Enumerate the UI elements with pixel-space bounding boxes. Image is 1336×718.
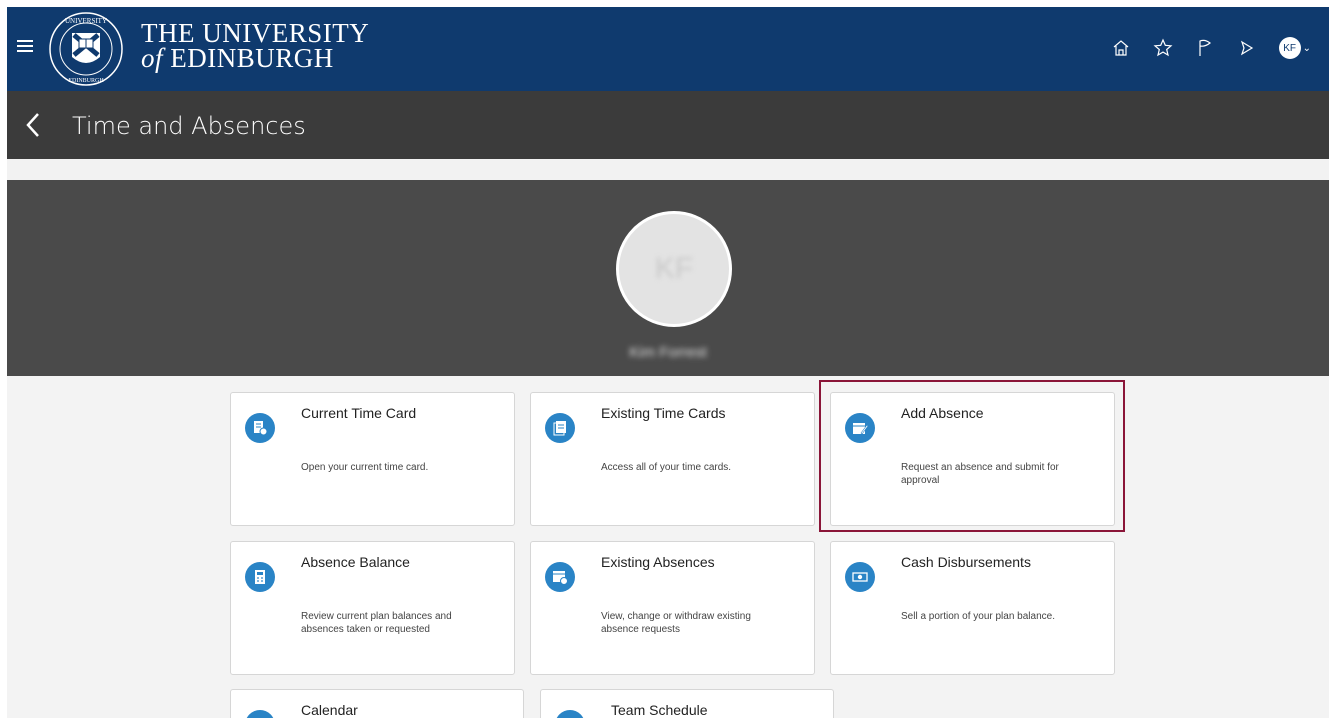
tile-title: Existing Time Cards: [601, 405, 726, 421]
header-icons: KF ⌄: [1111, 37, 1311, 59]
time-card-icon: [245, 413, 275, 443]
svg-text:UNIVERSITY: UNIVERSITY: [65, 17, 107, 25]
tile-description: Review current plan balances and absence…: [301, 611, 452, 635]
calendar-icon: [245, 710, 275, 718]
cash-icon: [845, 562, 875, 592]
tile-calendar[interactable]: Calendar: [230, 689, 524, 718]
tile-description: Request an absence and submit for approv…: [901, 462, 1059, 486]
tile-description: Open your current time card.: [301, 462, 429, 473]
tile-current-time-card[interactable]: Current Time Card Open your current time…: [230, 392, 515, 526]
tile-add-absence[interactable]: Add Absence Request an absence and submi…: [830, 392, 1115, 526]
tile-existing-absences[interactable]: Existing Absences View, change or withdr…: [530, 541, 815, 675]
tile-cash-disbursements[interactable]: Cash Disbursements Sell a portion of you…: [830, 541, 1115, 675]
university-crest-logo[interactable]: UNIVERSITY EDINBURGH: [47, 11, 125, 87]
tile-title: Add Absence: [901, 405, 984, 421]
university-name-edinburgh: EDINBURGH: [170, 43, 334, 73]
university-name-line2: of EDINBURGH: [141, 43, 369, 73]
user-avatar[interactable]: KF: [1278, 37, 1301, 59]
calendar-clock-icon: [545, 562, 575, 592]
schedule-icon: [555, 710, 585, 718]
app-root: UNIVERSITY EDINBURGH THE UNIVERSITY of E…: [0, 0, 1336, 718]
tile-title: Cash Disbursements: [901, 554, 1031, 570]
tile-title: Absence Balance: [301, 554, 410, 570]
profile-banner: KF Kim Forrest: [7, 180, 1329, 376]
flag-icon[interactable]: [1195, 38, 1215, 58]
tile-title: Existing Absences: [601, 554, 715, 570]
user-menu[interactable]: KF ⌄: [1278, 37, 1311, 59]
calendar-edit-icon: [845, 413, 875, 443]
profile-name: Kim Forrest: [629, 344, 707, 361]
back-arrow-icon[interactable]: [23, 111, 43, 139]
university-name-of: of: [141, 43, 164, 73]
tile-description: Access all of your time cards.: [601, 462, 732, 473]
tile-description: Sell a portion of your plan balance.: [901, 611, 1055, 622]
home-icon[interactable]: [1111, 38, 1131, 58]
profile-avatar[interactable]: KF: [616, 211, 732, 327]
calculator-icon: [245, 562, 275, 592]
profile-initials: KF: [654, 252, 694, 285]
tiles-area: Current Time Card Open your current time…: [7, 376, 1329, 718]
tile-title: Calendar: [301, 702, 358, 718]
divider-strip: [7, 159, 1329, 180]
university-name: THE UNIVERSITY of EDINBURGH: [141, 20, 369, 73]
documents-icon: [545, 413, 575, 443]
svg-text:EDINBURGH: EDINBURGH: [68, 78, 104, 84]
tile-title: Current Time Card: [301, 405, 417, 421]
tile-existing-time-cards[interactable]: Existing Time Cards Access all of your t…: [530, 392, 815, 526]
tile-title: Team Schedule: [611, 702, 708, 718]
notifications-icon[interactable]: [1237, 38, 1257, 58]
page-title-bar: Time and Absences: [7, 91, 1329, 159]
chevron-down-icon[interactable]: ⌄: [1303, 43, 1311, 54]
tile-description: View, change or withdraw existing absenc…: [601, 611, 751, 635]
page-title: Time and Absences: [72, 112, 306, 140]
top-header: UNIVERSITY EDINBURGH THE UNIVERSITY of E…: [7, 7, 1329, 91]
tile-absence-balance[interactable]: Absence Balance Review current plan bala…: [230, 541, 515, 675]
tile-team-schedule[interactable]: Team Schedule: [540, 689, 834, 718]
menu-icon[interactable]: [17, 37, 33, 55]
favorites-star-icon[interactable]: [1153, 38, 1173, 58]
